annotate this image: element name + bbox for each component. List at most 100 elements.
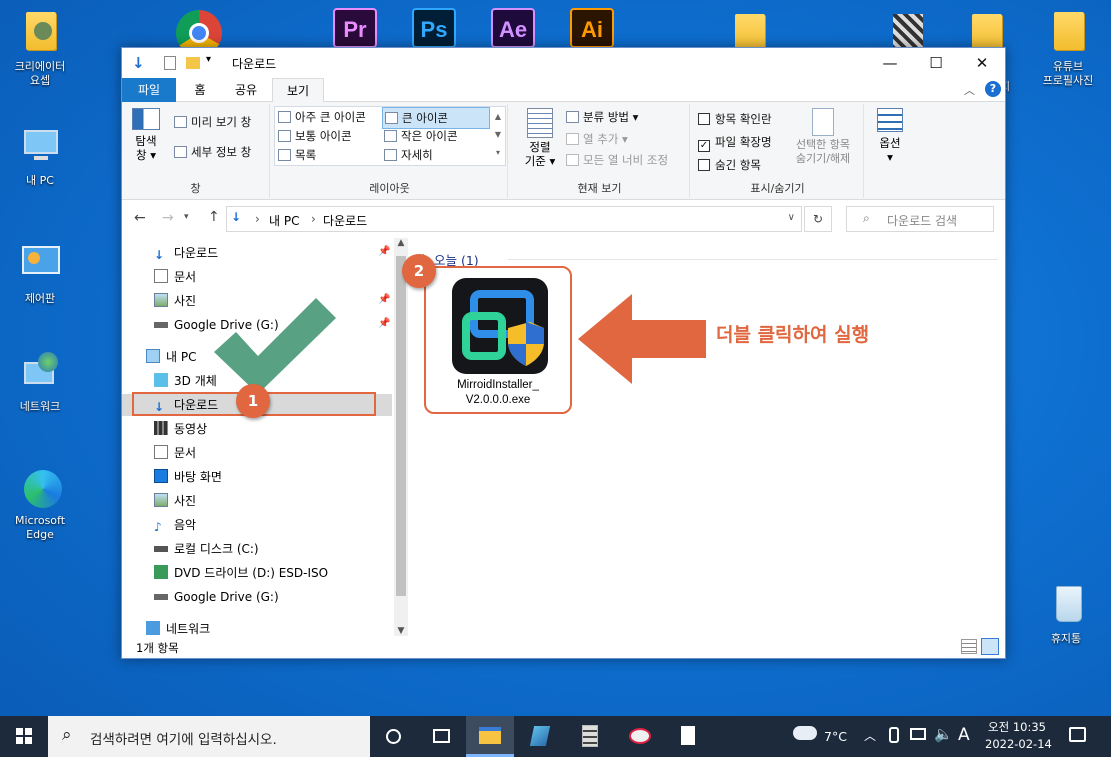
taskbar-app-notes[interactable] <box>516 716 564 757</box>
file-extension-toggle[interactable]: ✓ 파일 확장명 <box>698 134 772 152</box>
sort-by-button[interactable]: 정렬 기준 ▾ <box>518 108 562 168</box>
breadcrumb-folder[interactable]: 다운로드 <box>323 212 367 229</box>
search-box[interactable]: ⌕ 다운로드 검색 <box>846 206 994 232</box>
clock-date[interactable]: 2022-02-14 <box>985 737 1052 751</box>
scroll-thumb[interactable] <box>396 256 406 596</box>
up-arrow-icon[interactable]: ↑ <box>208 209 220 225</box>
item-checkbox-toggle[interactable]: 항목 확인란 <box>698 111 772 127</box>
checkbox-checked[interactable]: ✓ <box>698 140 710 152</box>
title-bar[interactable]: ↓ ▾ 다운로드 — ☐ ✕ <box>122 48 1005 78</box>
nav-quick-pictures[interactable]: 사진 <box>154 290 196 312</box>
cortana-button[interactable] <box>370 716 418 757</box>
taskbar-app-document[interactable] <box>664 716 712 757</box>
show-hidden-icons[interactable]: ︿ <box>864 727 876 744</box>
options-button[interactable]: 옵션 ▾ <box>870 108 910 164</box>
desktop-icon-label: 유튜브 프로필사진 <box>1042 60 1094 87</box>
checkbox[interactable] <box>698 159 710 171</box>
start-button[interactable] <box>0 716 48 757</box>
desktop-icon-edge[interactable]: Microsoft Edge <box>4 466 76 542</box>
nav-pane-button[interactable]: 탐색 창 ▾ <box>128 108 164 162</box>
after-effects-icon[interactable]: Ae <box>491 8 535 48</box>
tab-file[interactable]: 파일 <box>122 78 176 102</box>
address-dropdown-icon[interactable]: ∨ <box>788 212 795 223</box>
task-view-button[interactable] <box>418 716 466 757</box>
preview-pane-button[interactable]: 미리 보기 창 <box>174 114 251 130</box>
quick-access-dropdown-icon[interactable]: ▾ <box>206 54 211 65</box>
taskbar-app-paint[interactable] <box>616 716 664 757</box>
nav-my-pc[interactable]: 내 PC <box>146 346 196 368</box>
clock-time[interactable]: 오전 10:35 <box>988 719 1046 735</box>
forward-arrow-icon[interactable]: → <box>162 210 174 226</box>
large-icons-view-icon[interactable] <box>981 638 999 655</box>
new-folder-icon[interactable] <box>186 57 200 69</box>
nav-pictures[interactable]: 사진 <box>154 490 196 512</box>
layout-scroll[interactable]: ▲ ▼ ▾ <box>492 108 504 164</box>
collapse-ribbon-icon[interactable]: ︿ <box>964 82 975 98</box>
breadcrumb-pc[interactable]: 내 PC <box>269 212 299 229</box>
fit-columns-button[interactable]: 모든 열 너비 조정 <box>566 152 668 168</box>
desktop-icon-network[interactable]: 네트워크 <box>4 352 76 414</box>
help-icon[interactable]: ? <box>985 81 1001 97</box>
layout-list[interactable]: 목록 <box>278 147 316 163</box>
group-by-button[interactable]: 분류 방법 ▾ <box>566 109 638 125</box>
properties-icon[interactable] <box>164 56 176 70</box>
nav-music[interactable]: ♪ 음악 <box>154 514 196 536</box>
close-button[interactable]: ✕ <box>959 48 1005 78</box>
notification-icon[interactable] <box>1069 727 1086 742</box>
taskbar-file-explorer[interactable] <box>466 716 514 757</box>
add-column-button[interactable]: 열 추가 ▾ <box>566 131 628 147</box>
tab-view[interactable]: 보기 <box>272 78 324 103</box>
layout-small-icons[interactable]: 작은 아이콘 <box>384 128 458 144</box>
volume-icon[interactable]: 🔈 <box>934 725 953 743</box>
scroll-down-icon[interactable]: ▼ <box>394 626 408 636</box>
nav-local-disk[interactable]: 로컬 디스크 (C:) <box>154 538 259 560</box>
movie-folder-icon[interactable] <box>893 14 923 50</box>
desktop-icon-youtube-profile[interactable]: 유튜브 프로필사진 <box>1030 12 1106 88</box>
drive-icon <box>154 594 168 600</box>
hide-selected-button[interactable]: 선택한 항목 숨기기/해제 <box>784 108 862 166</box>
tab-home[interactable]: 홈 <box>180 78 220 102</box>
nav-quick-documents[interactable]: 문서 <box>154 266 196 288</box>
premiere-icon[interactable]: Pr <box>333 8 377 48</box>
nav-scrollbar[interactable]: ▲ ▼ <box>394 238 408 636</box>
back-arrow-icon[interactable]: ← <box>134 210 146 226</box>
hidden-items-toggle[interactable]: 숨긴 항목 <box>698 157 761 173</box>
details-view-icon[interactable] <box>961 639 977 654</box>
weather-icon[interactable] <box>793 726 817 740</box>
nav-google-drive[interactable]: Google Drive (G:) <box>154 586 279 608</box>
fit-columns-label: 모든 열 너비 조정 <box>583 153 669 167</box>
weather-temp[interactable]: 7°C <box>824 729 847 744</box>
recent-dropdown-icon[interactable]: ▾ <box>184 212 189 222</box>
nav-desktop[interactable]: 바탕 화면 <box>154 466 222 488</box>
layout-details[interactable]: 자세히 <box>384 147 433 163</box>
mirroid-logo-icon <box>462 290 544 366</box>
folder-icon <box>1046 12 1090 56</box>
refresh-button[interactable]: ↻ <box>804 206 832 232</box>
nav-documents[interactable]: 문서 <box>154 442 196 464</box>
desktop-icon-recycle-bin[interactable]: 휴지통 <box>1030 584 1102 646</box>
file-item-mirroid-installer[interactable]: MirroidInstaller_ V2.0.0.0.exe <box>424 266 572 414</box>
tab-share[interactable]: 공유 <box>226 78 266 102</box>
checkbox[interactable] <box>698 113 710 125</box>
details-pane-button[interactable]: 세부 정보 창 <box>174 144 251 160</box>
illustrator-icon[interactable]: Ai <box>570 8 614 48</box>
taskbar-search-box[interactable]: ⌕ 검색하려면 여기에 입력하십시오. <box>48 716 370 757</box>
maximize-button[interactable]: ☐ <box>913 48 959 78</box>
nav-dvd-drive[interactable]: DVD 드라이브 (D:) ESD-ISO <box>154 562 328 584</box>
nav-quick-downloads[interactable]: ↓ 다운로드 <box>154 242 218 264</box>
nav-videos[interactable]: 동영상 <box>154 418 207 440</box>
taskbar-calculator[interactable] <box>566 716 614 757</box>
desktop-icon-control-panel[interactable]: 제어판 <box>4 244 76 306</box>
layout-medium-icons[interactable]: 보통 아이콘 <box>278 128 352 144</box>
network-status-icon[interactable] <box>910 728 926 740</box>
desktop-icon-my-pc[interactable]: 내 PC <box>4 126 76 188</box>
layout-extra-large-icons[interactable]: 아주 큰 아이콘 <box>278 109 366 125</box>
layout-large-icons[interactable]: 큰 아이콘 <box>382 107 490 129</box>
photoshop-icon[interactable]: Ps <box>412 8 456 48</box>
minimize-button[interactable]: — <box>867 48 913 78</box>
ime-indicator[interactable]: A <box>958 725 970 745</box>
device-icon[interactable] <box>889 727 899 743</box>
scroll-up-icon[interactable]: ▲ <box>394 238 408 248</box>
address-box[interactable]: ↓ › 내 PC › 다운로드 ∨ <box>226 206 802 232</box>
desktop-icon-creator[interactable]: 크리에이터 요셉 <box>4 12 76 88</box>
